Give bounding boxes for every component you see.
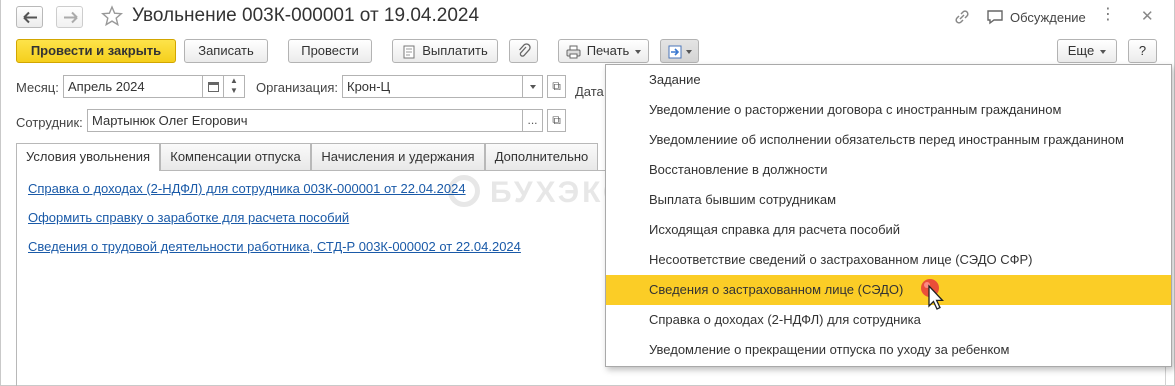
chevron-down-icon bbox=[685, 49, 692, 54]
menu-item-outgoing-benefit-certificate[interactable]: Исходящая справка для расчета пособий bbox=[606, 215, 1171, 245]
employee-open-button[interactable]: ⧉ bbox=[547, 109, 566, 132]
spinner-down-icon[interactable]: ▼ bbox=[230, 86, 238, 95]
employee-field[interactable]: Мартынюк Олег Егорович bbox=[87, 109, 523, 132]
organization-field[interactable]: Крон-Ц bbox=[342, 75, 523, 98]
link-income-certificate[interactable]: Справка о доходах (2-НДФЛ) для сотрудник… bbox=[28, 181, 466, 196]
page-title: Увольнение 003К-000001 от 19.04.2024 bbox=[132, 5, 480, 26]
menu-item-foreign-obligations-notice[interactable]: Уведомлениие об исполнении обязательств … bbox=[606, 125, 1171, 155]
more-label: Еще bbox=[1067, 43, 1095, 58]
discussion-icon[interactable] bbox=[986, 8, 1004, 26]
save-button[interactable]: Записать bbox=[184, 39, 268, 63]
tab-accruals-deductions[interactable]: Начисления и удержания bbox=[311, 143, 485, 170]
chevron-down-icon bbox=[1100, 49, 1107, 54]
pay-icon bbox=[403, 45, 415, 59]
post-and-close-button[interactable]: Провести и закрыть bbox=[16, 39, 176, 63]
pay-button[interactable]: Выплатить bbox=[392, 39, 498, 63]
pay-label: Выплатить bbox=[422, 43, 488, 58]
calendar-icon[interactable] bbox=[202, 75, 224, 98]
arrow-right-icon bbox=[64, 11, 78, 24]
create-based-on-icon bbox=[668, 45, 681, 59]
chevron-down-icon bbox=[529, 84, 536, 89]
menu-item-foreign-termination-notice[interactable]: Уведомление о расторжении договора с ино… bbox=[606, 95, 1171, 125]
menu-item-income-certificate[interactable]: Справка о доходах (2-НДФЛ) для сотрудник… bbox=[606, 305, 1171, 335]
forward-button[interactable] bbox=[56, 6, 83, 28]
close-icon[interactable]: ✕ bbox=[1141, 7, 1154, 25]
window-more-icon[interactable]: ⋮ bbox=[1100, 4, 1117, 24]
month-field[interactable]: Апрель 2024 bbox=[63, 75, 203, 98]
menu-item-parental-leave-end-notice[interactable]: Уведомление о прекращении отпуска по ухо… bbox=[606, 335, 1171, 365]
date-label: Дата bbox=[575, 84, 604, 99]
menu-item-insured-person-info[interactable]: Сведения о застрахованном лице (СЭДО) bbox=[606, 275, 1171, 305]
link-earnings-certificate[interactable]: Оформить справку о заработке для расчета… bbox=[28, 210, 349, 225]
star-icon[interactable] bbox=[101, 5, 123, 27]
tab-divider bbox=[160, 170, 606, 171]
menu-item-insured-data-mismatch[interactable]: Несоответствие сведений о застрахованном… bbox=[606, 245, 1171, 275]
employee-label: Сотрудник: bbox=[16, 115, 83, 130]
menu-item-former-employee-payment[interactable]: Выплата бывшим сотрудникам bbox=[606, 185, 1171, 215]
link-employment-record[interactable]: Сведения о трудовой деятельности работни… bbox=[28, 239, 521, 254]
printer-icon bbox=[566, 45, 581, 59]
print-label: Печать bbox=[586, 43, 630, 58]
help-button[interactable]: ? bbox=[1128, 39, 1157, 63]
discussion-button[interactable]: Обсуждение bbox=[1010, 10, 1086, 25]
print-button[interactable]: Печать bbox=[558, 39, 649, 63]
spinner-up-icon[interactable]: ▲ bbox=[230, 76, 238, 85]
menu-item-reinstatement[interactable]: Восстановление в должности bbox=[606, 155, 1171, 185]
tab-additional[interactable]: Дополнительно bbox=[485, 143, 598, 170]
organization-open-button[interactable]: ⧉ bbox=[547, 75, 566, 98]
tab-vacation-compensation[interactable]: Компенсации отпуска bbox=[160, 143, 311, 170]
post-button[interactable]: Провести bbox=[288, 39, 372, 63]
tab-dismissal-conditions[interactable]: Условия увольнения bbox=[16, 143, 160, 171]
link-icon[interactable] bbox=[953, 8, 971, 26]
organization-dropdown-button[interactable] bbox=[522, 75, 543, 98]
paperclip-icon bbox=[518, 43, 531, 57]
back-button[interactable] bbox=[16, 6, 43, 28]
more-button[interactable]: Еще bbox=[1057, 39, 1117, 63]
menu-item-task[interactable]: Задание bbox=[606, 65, 1171, 95]
arrow-left-icon bbox=[23, 11, 37, 24]
mouse-cursor-icon bbox=[921, 279, 945, 310]
create-based-on-button[interactable] bbox=[660, 39, 699, 63]
employee-select-button[interactable]: ... bbox=[522, 109, 543, 132]
chevron-down-icon bbox=[635, 49, 642, 54]
document-window: Увольнение 003К-000001 от 19.04.2024 Обс… bbox=[0, 0, 1175, 386]
month-spinner[interactable]: ▲ ▼ bbox=[223, 75, 245, 98]
attach-button[interactable] bbox=[509, 39, 538, 63]
organization-label: Организация: bbox=[256, 80, 339, 95]
calendar-glyph-icon bbox=[207, 82, 219, 92]
month-label: Месяц: bbox=[16, 80, 59, 95]
create-based-on-menu: Задание Уведомление о расторжении догово… bbox=[605, 64, 1172, 367]
